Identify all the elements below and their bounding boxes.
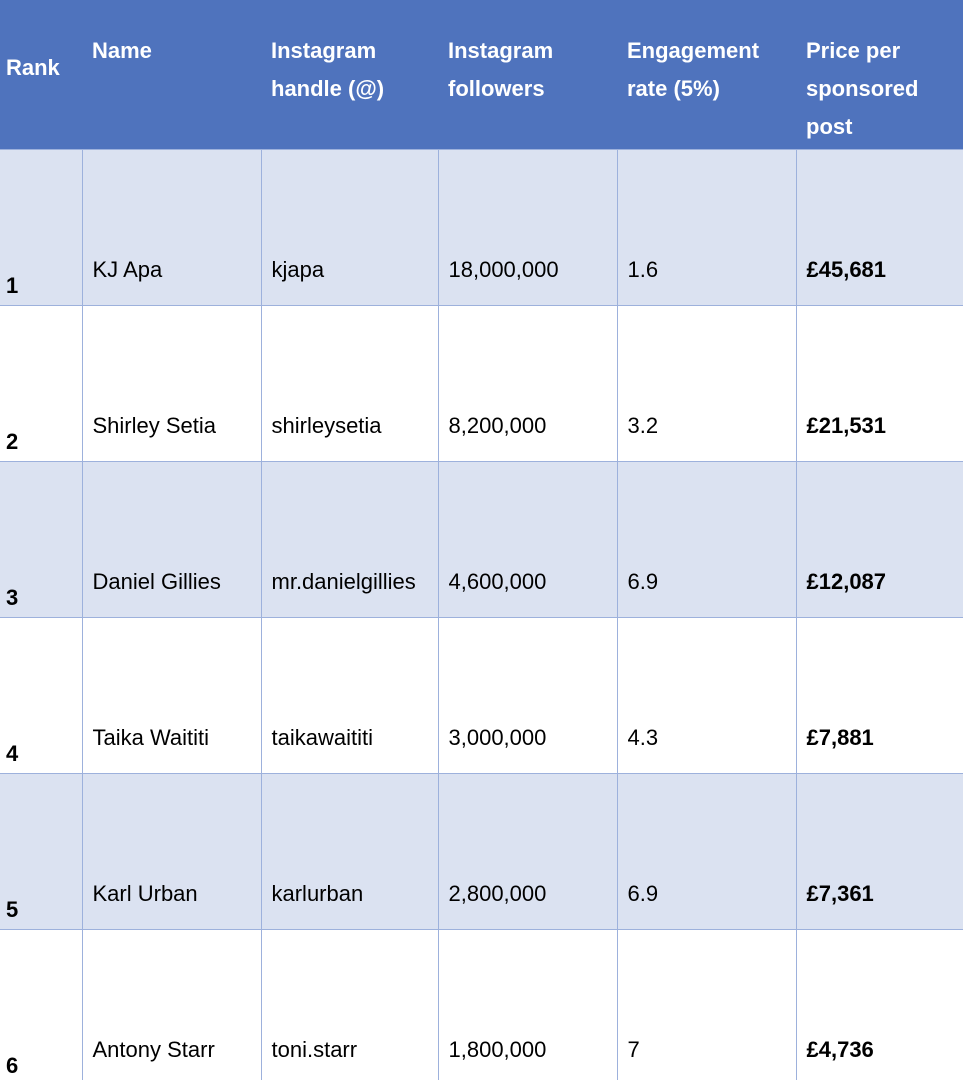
header-handle: Instagram handle (@) <box>261 0 438 149</box>
table-row: 3 Daniel Gillies mr.danielgillies 4,600,… <box>0 460 963 618</box>
cell-price: £7,881 <box>795 616 963 774</box>
cell-handle: mr.danielgillies <box>260 460 439 618</box>
cell-name: Antony Starr <box>81 928 262 1080</box>
header-price-line1: Price per <box>806 38 901 63</box>
cell-rank: 4 <box>0 616 83 774</box>
cell-rank: 2 <box>0 304 83 462</box>
cell-price: £7,361 <box>795 772 963 930</box>
cell-price: £4,736 <box>795 928 963 1080</box>
cell-engagement: 4.3 <box>616 616 797 774</box>
cell-price: £45,681 <box>795 148 963 306</box>
cell-followers: 8,200,000 <box>437 304 618 462</box>
table-body: 1 KJ Apa kjapa 18,000,000 1.6 £45,681 2 … <box>0 148 963 1080</box>
header-row: Rank Name Instagram handle (@) Instagram… <box>0 0 963 149</box>
influencer-table-container: Rank Name Instagram handle (@) Instagram… <box>0 0 963 1080</box>
influencer-ranking-table: Rank Name Instagram handle (@) Instagram… <box>0 0 963 1080</box>
cell-handle: karlurban <box>260 772 439 930</box>
cell-engagement: 6.9 <box>616 772 797 930</box>
cell-name: Shirley Setia <box>81 304 262 462</box>
header-followers-line2: followers <box>448 76 545 101</box>
table-row: 4 Taika Waititi taikawaititi 3,000,000 4… <box>0 616 963 774</box>
cell-price: £12,087 <box>795 460 963 618</box>
header-followers: Instagram followers <box>438 0 617 149</box>
cell-handle: shirleysetia <box>260 304 439 462</box>
header-price: Price per sponsored post <box>796 0 963 149</box>
cell-followers: 1,800,000 <box>437 928 618 1080</box>
cell-followers: 18,000,000 <box>437 148 618 306</box>
cell-handle: toni.starr <box>260 928 439 1080</box>
cell-handle: taikawaititi <box>260 616 439 774</box>
cell-followers: 2,800,000 <box>437 772 618 930</box>
cell-name: KJ Apa <box>81 148 262 306</box>
cell-followers: 3,000,000 <box>437 616 618 774</box>
cell-rank: 5 <box>0 772 83 930</box>
table-row: 2 Shirley Setia shirleysetia 8,200,000 3… <box>0 304 963 462</box>
cell-engagement: 6.9 <box>616 460 797 618</box>
cell-followers: 4,600,000 <box>437 460 618 618</box>
cell-handle: kjapa <box>260 148 439 306</box>
cell-engagement: 3.2 <box>616 304 797 462</box>
header-price-line3: post <box>806 114 853 139</box>
header-handle-line2: handle (@) <box>271 76 385 101</box>
cell-engagement: 7 <box>616 928 797 1080</box>
header-engagement-line2: rate (5%) <box>627 76 720 101</box>
table-row: 1 KJ Apa kjapa 18,000,000 1.6 £45,681 <box>0 148 963 306</box>
header-name: Name <box>82 0 261 149</box>
cell-engagement: 1.6 <box>616 148 797 306</box>
cell-rank: 1 <box>0 148 83 306</box>
cell-name: Daniel Gillies <box>81 460 262 618</box>
header-followers-line1: Instagram <box>448 38 554 63</box>
header-handle-line1: Instagram <box>271 38 377 63</box>
cell-price: £21,531 <box>795 304 963 462</box>
header-rank-label: Rank <box>6 55 60 80</box>
table-header: Rank Name Instagram handle (@) Instagram… <box>0 0 963 149</box>
table-row: 6 Antony Starr toni.starr 1,800,000 7 £4… <box>0 928 963 1080</box>
header-name-label: Name <box>92 38 152 63</box>
cell-name: Karl Urban <box>81 772 262 930</box>
table-row: 5 Karl Urban karlurban 2,800,000 6.9 £7,… <box>0 772 963 930</box>
header-engagement: Engagement rate (5%) <box>617 0 796 149</box>
header-rank: Rank <box>0 0 82 149</box>
cell-rank: 6 <box>0 928 83 1080</box>
cell-name: Taika Waititi <box>81 616 262 774</box>
header-engagement-line1: Engagement <box>627 38 760 63</box>
cell-rank: 3 <box>0 460 83 618</box>
header-price-line2: sponsored <box>806 76 919 101</box>
